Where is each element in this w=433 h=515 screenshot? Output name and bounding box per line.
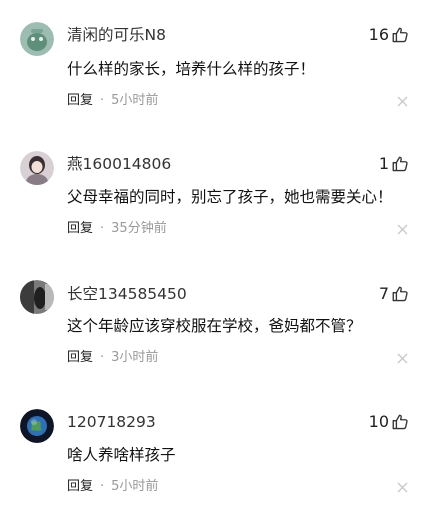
avatar-image xyxy=(20,22,54,56)
close-icon[interactable] xyxy=(397,224,408,235)
like-count: 16 xyxy=(368,25,389,44)
comment-item: 长空134585450 7 这个年龄应该穿校服在学校，爸妈都不管？ 回复 · 3… xyxy=(0,258,433,386)
comment-meta: 回复 · 35分钟前 xyxy=(67,220,167,238)
avatar[interactable] xyxy=(20,22,54,56)
reply-button[interactable]: 回复 xyxy=(67,92,93,110)
thumbs-up-icon xyxy=(391,413,409,431)
like-count: 1 xyxy=(378,154,389,173)
close-icon[interactable] xyxy=(397,96,408,107)
username[interactable]: 长空134585450 xyxy=(67,284,187,304)
avatar-image xyxy=(20,151,54,185)
comment-meta: 回复 · 3小时前 xyxy=(67,349,158,367)
reply-button[interactable]: 回复 xyxy=(67,220,93,238)
separator-dot: · xyxy=(100,221,105,236)
avatar-image xyxy=(20,280,54,314)
comment-item: 清闲的可乐N8 16 什么样的家长，培养什么样的孩子！ 回复 · 5小时前 xyxy=(0,0,433,128)
timestamp: 3小时前 xyxy=(111,350,159,365)
comment-text: 这个年龄应该穿校服在学校，爸妈都不管？ xyxy=(67,317,362,335)
reply-button[interactable]: 回复 xyxy=(67,478,93,496)
avatar[interactable] xyxy=(20,409,54,443)
comment-text: 啥人养啥样孩子 xyxy=(67,446,176,464)
reply-button[interactable]: 回复 xyxy=(67,349,93,367)
comment-text: 父母幸福的同时，别忘了孩子，她也需要关心！ xyxy=(67,188,393,206)
comment-item: 120718293 10 啥人养啥样孩子 回复 · 5小时前 xyxy=(0,387,433,515)
comment-text: 什么样的家长，培养什么样的孩子！ xyxy=(67,60,316,78)
comment-meta: 回复 · 5小时前 xyxy=(67,92,158,110)
comment-meta: 回复 · 5小时前 xyxy=(67,478,158,496)
username[interactable]: 清闲的可乐N8 xyxy=(67,25,166,45)
avatar[interactable] xyxy=(20,151,54,185)
close-icon[interactable] xyxy=(397,482,408,493)
like-button[interactable]: 7 xyxy=(379,283,409,305)
avatar-image xyxy=(20,409,54,443)
thumbs-up-icon xyxy=(391,26,409,44)
like-count: 10 xyxy=(368,412,389,431)
username[interactable]: 燕160014806 xyxy=(67,154,171,174)
separator-dot: · xyxy=(100,350,105,365)
thumbs-up-icon xyxy=(391,155,409,173)
close-icon[interactable] xyxy=(397,353,408,364)
separator-dot: · xyxy=(100,93,105,108)
like-button[interactable]: 16 xyxy=(369,24,409,46)
like-button[interactable]: 1 xyxy=(379,153,409,175)
timestamp: 5小时前 xyxy=(111,479,159,494)
comment-item: 燕160014806 1 父母幸福的同时，别忘了孩子，她也需要关心！ 回复 · … xyxy=(0,129,433,257)
avatar[interactable] xyxy=(20,280,54,314)
timestamp: 5小时前 xyxy=(111,93,159,108)
username[interactable]: 120718293 xyxy=(67,412,156,432)
timestamp: 35分钟前 xyxy=(111,221,167,236)
like-count: 7 xyxy=(378,284,389,303)
like-button[interactable]: 10 xyxy=(369,411,409,433)
separator-dot: · xyxy=(100,479,105,494)
thumbs-up-icon xyxy=(391,285,409,303)
